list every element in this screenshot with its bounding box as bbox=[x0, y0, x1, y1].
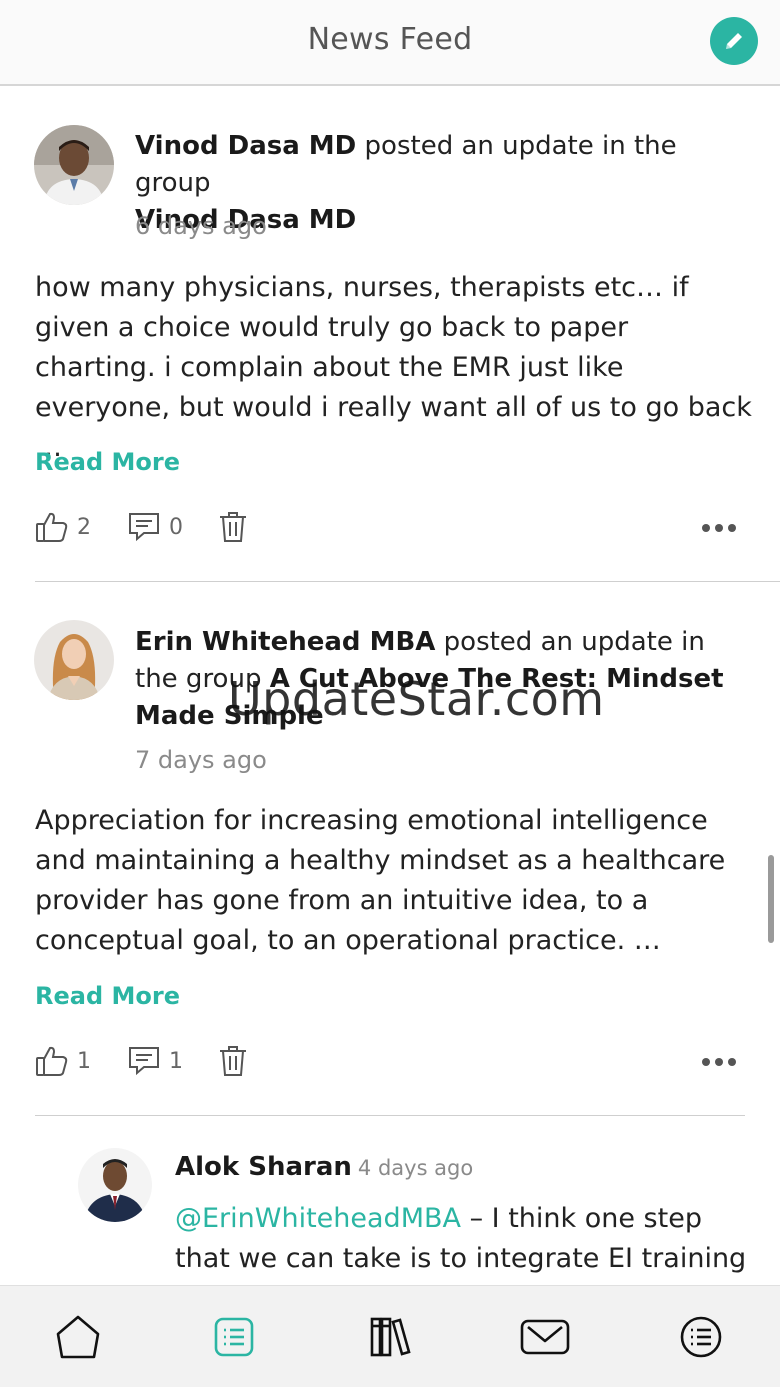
delete-button[interactable] bbox=[217, 510, 249, 544]
pencil-icon bbox=[726, 33, 742, 49]
post-body: how many physicians, nurses, therapists … bbox=[35, 272, 752, 463]
post-time: 7 days ago bbox=[135, 746, 267, 774]
comment-count: 0 bbox=[169, 514, 183, 540]
comment-body: @ErinWhiteheadMBA – I think one step tha… bbox=[175, 1199, 755, 1279]
more-dots-icon bbox=[702, 524, 736, 532]
home-icon bbox=[56, 1315, 100, 1359]
thumbs-up-icon bbox=[36, 512, 68, 542]
more-dots-icon bbox=[702, 1058, 736, 1066]
like-button[interactable]: 1 bbox=[35, 1044, 91, 1078]
avatar[interactable] bbox=[34, 125, 114, 205]
comment-author[interactable]: Alok Sharan bbox=[175, 1152, 352, 1182]
post-actions: 2 0 bbox=[35, 510, 745, 546]
watermark: UpdateStar.com bbox=[228, 672, 605, 726]
compose-button[interactable] bbox=[710, 17, 758, 65]
tab-menu[interactable] bbox=[676, 1312, 726, 1362]
comment-time: 4 days ago bbox=[357, 1156, 474, 1180]
like-button[interactable]: 2 bbox=[35, 510, 91, 544]
comment-button[interactable]: 0 bbox=[127, 510, 183, 544]
comment-icon bbox=[129, 1047, 159, 1076]
mention-link[interactable]: @ErinWhiteheadMBA bbox=[175, 1203, 461, 1234]
post-time: 6 days ago bbox=[135, 212, 267, 240]
post-divider bbox=[35, 1115, 745, 1116]
more-options-button[interactable] bbox=[701, 510, 737, 546]
thumbs-up-icon bbox=[36, 1046, 68, 1076]
avatar[interactable] bbox=[34, 620, 114, 700]
tab-feed[interactable] bbox=[209, 1312, 259, 1362]
post-author[interactable]: Erin Whitehead MBA bbox=[135, 627, 435, 657]
post-actions: 1 1 bbox=[35, 1044, 745, 1080]
comment-button[interactable]: 1 bbox=[127, 1044, 183, 1078]
tab-messages[interactable] bbox=[520, 1312, 570, 1362]
mail-icon bbox=[520, 1319, 570, 1355]
top-bar: News Feed bbox=[0, 0, 780, 86]
library-icon bbox=[370, 1317, 411, 1357]
trash-icon bbox=[220, 1046, 246, 1076]
tab-library[interactable] bbox=[366, 1312, 416, 1362]
menu-list-icon bbox=[680, 1316, 722, 1358]
activity-feed-icon bbox=[214, 1317, 254, 1357]
post-author[interactable]: Vinod Dasa MD bbox=[135, 131, 356, 161]
like-count: 2 bbox=[77, 514, 91, 540]
avatar[interactable] bbox=[78, 1148, 152, 1222]
tab-home[interactable] bbox=[53, 1312, 103, 1362]
post-divider bbox=[35, 581, 780, 582]
read-more-link[interactable]: Read More bbox=[35, 982, 180, 1010]
page-title: News Feed bbox=[307, 22, 473, 57]
post-body: Appreciation for increasing emotional in… bbox=[35, 805, 726, 956]
trash-icon bbox=[220, 512, 246, 542]
scrollbar[interactable] bbox=[768, 855, 774, 943]
comment-icon bbox=[129, 513, 159, 542]
comment-count: 1 bbox=[169, 1048, 183, 1074]
delete-button[interactable] bbox=[217, 1044, 249, 1078]
like-count: 1 bbox=[77, 1048, 91, 1074]
more-options-button[interactable] bbox=[701, 1044, 737, 1080]
bottom-tab-bar bbox=[0, 1285, 780, 1387]
read-more-link[interactable]: Read More bbox=[35, 448, 180, 476]
comment-header: Alok Sharan 4 days ago bbox=[175, 1152, 473, 1182]
